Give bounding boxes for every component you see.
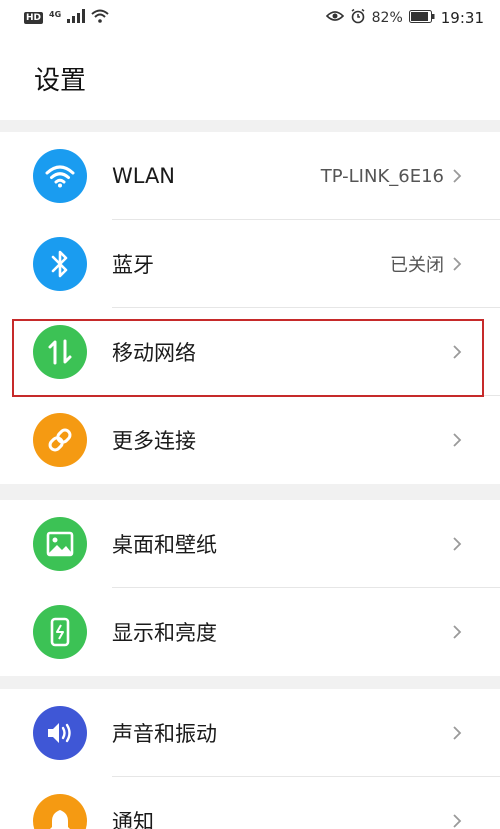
battery-percentage: 82% xyxy=(371,10,403,26)
settings-item-mobile-network[interactable]: 移动网络 xyxy=(0,308,500,396)
wifi-status-icon xyxy=(91,9,109,27)
status-right: 82% 19:31 xyxy=(325,8,484,28)
more-connections-label: 更多连接 xyxy=(112,429,196,453)
signal-icon xyxy=(67,9,86,27)
phone-brightness-icon xyxy=(33,605,87,659)
chevron-right-icon xyxy=(453,625,462,639)
mobile-data-icon xyxy=(33,325,87,379)
mobile-network-label: 移动网络 xyxy=(112,341,196,365)
wifi-icon xyxy=(33,149,87,203)
sound-label: 声音和振动 xyxy=(112,722,217,746)
bluetooth-icon xyxy=(33,237,87,291)
status-left: HD 4G xyxy=(24,9,109,27)
eye-comfort-icon xyxy=(325,10,344,26)
chevron-right-icon xyxy=(453,433,462,447)
bell-icon xyxy=(33,794,87,829)
speaker-icon xyxy=(33,706,87,760)
link-icon xyxy=(33,413,87,467)
status-bar: HD 4G 82% 19:31 xyxy=(0,0,500,36)
chevron-right-icon xyxy=(453,169,462,183)
notifications-label: 通知 xyxy=(112,810,154,829)
wlan-value: TP-LINK_6E16 xyxy=(320,165,444,187)
network-type: 4G xyxy=(49,9,62,19)
settings-group-display: 桌面和壁纸 显示和亮度 xyxy=(0,500,500,676)
settings-item-wlan[interactable]: WLAN TP-LINK_6E16 xyxy=(0,132,500,220)
display-label: 显示和亮度 xyxy=(112,621,217,645)
settings-item-sound[interactable]: 声音和振动 xyxy=(0,689,500,777)
bluetooth-value: 已关闭 xyxy=(390,255,444,276)
settings-item-display[interactable]: 显示和亮度 xyxy=(0,588,500,676)
settings-item-notifications[interactable]: 通知 xyxy=(0,777,500,829)
image-icon xyxy=(33,517,87,571)
battery-icon xyxy=(408,9,435,27)
settings-item-bluetooth[interactable]: 蓝牙 已关闭 xyxy=(0,220,500,308)
settings-item-wallpaper[interactable]: 桌面和壁纸 xyxy=(0,500,500,588)
chevron-right-icon xyxy=(453,726,462,740)
header: 设置 xyxy=(0,36,500,120)
settings-group-connectivity: WLAN TP-LINK_6E16 蓝牙 已关闭 移动网络 更多连接 xyxy=(0,132,500,484)
chevron-right-icon xyxy=(453,814,462,828)
clock: 19:31 xyxy=(440,9,484,27)
chevron-right-icon xyxy=(453,257,462,271)
alarm-icon xyxy=(350,8,366,28)
chevron-right-icon xyxy=(453,537,462,551)
wlan-label: WLAN xyxy=(112,164,176,188)
settings-group-sound: 声音和振动 通知 xyxy=(0,689,500,829)
wallpaper-label: 桌面和壁纸 xyxy=(112,533,217,557)
hd-badge: HD xyxy=(24,12,44,24)
chevron-right-icon xyxy=(453,345,462,359)
bluetooth-label: 蓝牙 xyxy=(112,253,154,277)
settings-item-more-connections[interactable]: 更多连接 xyxy=(0,396,500,484)
page-title: 设置 xyxy=(34,66,87,96)
